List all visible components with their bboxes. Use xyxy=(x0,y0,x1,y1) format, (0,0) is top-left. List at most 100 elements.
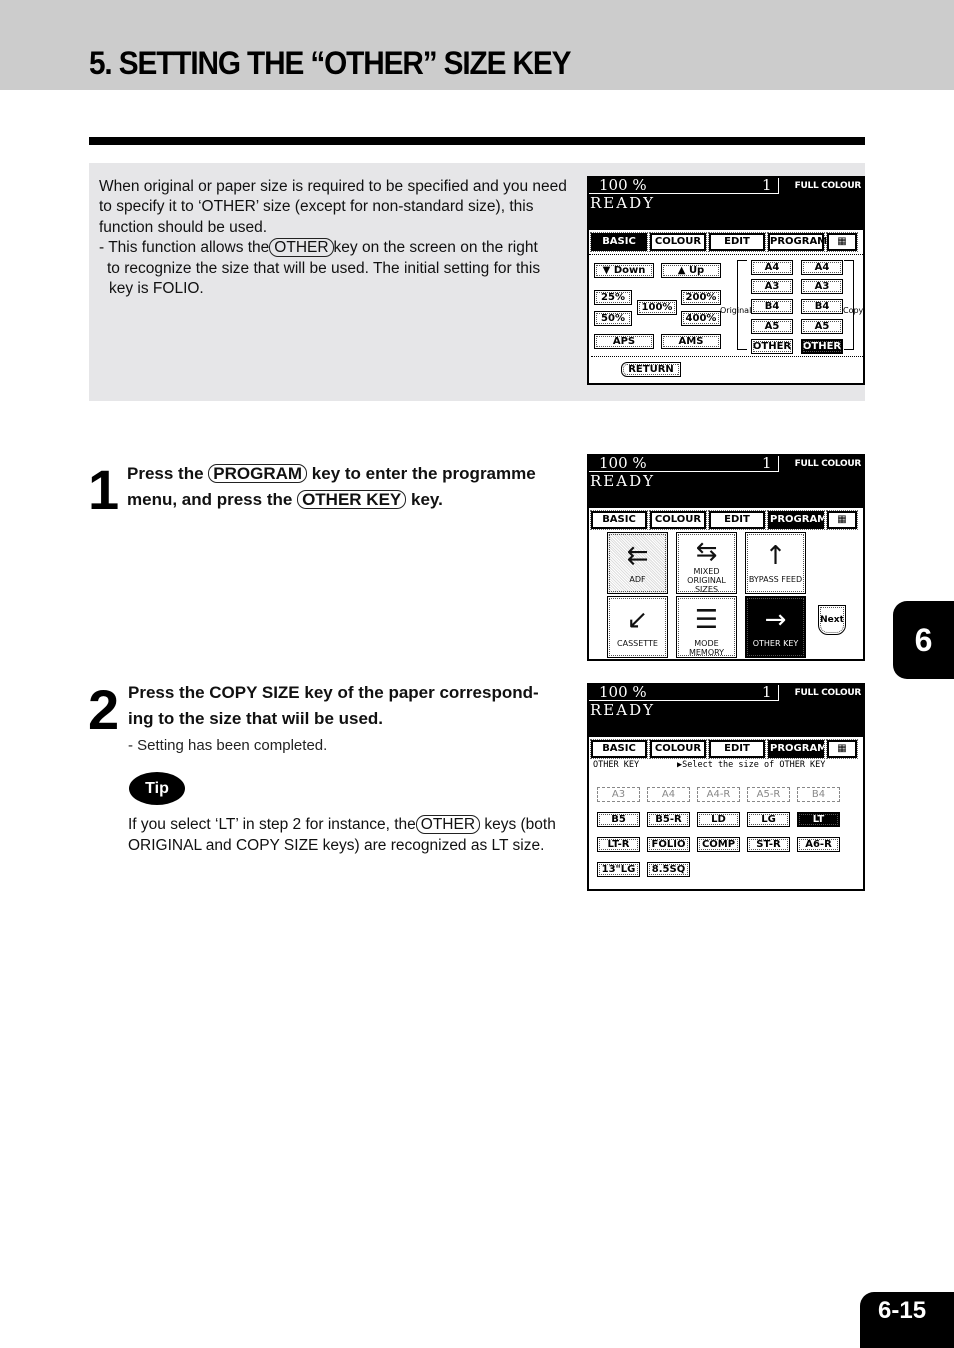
tab-program[interactable]: PROGRAM xyxy=(767,232,827,252)
calendar-icon[interactable]: ▦ xyxy=(826,232,858,252)
tip-text-a: If you select ‘LT’ in step 2 for instanc… xyxy=(128,816,416,833)
intro-bullet-prefix: - This function allows the xyxy=(99,239,270,257)
size-lt[interactable]: LT xyxy=(797,812,840,827)
calendar-icon[interactable]: ▦ xyxy=(826,510,858,530)
intro-paragraph: When original or paper size is required … xyxy=(99,178,567,236)
tile-mixed-original-sizes[interactable]: ⇆ MIXED ORIGINAL SIZES xyxy=(676,532,737,594)
copy-size-a3[interactable]: A3 xyxy=(801,279,843,294)
colour-mode: FULL COLOUR xyxy=(794,181,862,191)
return-button[interactable]: RETURN xyxy=(621,362,681,377)
tab-basic[interactable]: BASIC xyxy=(590,739,648,759)
size-folio[interactable]: FOLIO xyxy=(647,837,690,852)
step-2-sub: - Setting has been completed. xyxy=(128,737,328,754)
tab-edit[interactable]: EDIT xyxy=(708,510,766,530)
original-size-a3[interactable]: A3 xyxy=(751,279,793,294)
step-1-text-c: menu, and press the xyxy=(127,490,293,509)
size-lt-r[interactable]: LT-R xyxy=(597,837,640,852)
lcd-status-area: 100 % 1 FULL COLOUR READY xyxy=(589,685,863,737)
other-key-title: OTHER KEY xyxy=(593,760,640,770)
size-8-5sq[interactable]: 8.5SQ xyxy=(647,862,690,877)
next-button[interactable]: Next xyxy=(818,605,846,635)
size-a4: A4 xyxy=(647,787,690,802)
step-2-text: Press the COPY SIZE key of the paper cor… xyxy=(128,680,583,732)
original-size-a4[interactable]: A4 xyxy=(751,260,793,275)
adf-icon: ⇇ xyxy=(626,541,649,571)
step-1-text-d: key. xyxy=(410,490,443,509)
tile-cassette[interactable]: ↙ CASSETTE xyxy=(607,596,668,658)
tile-label: CASSETTE xyxy=(617,639,658,648)
calendar-icon[interactable]: ▦ xyxy=(826,739,858,759)
zoom-200-button[interactable]: 200% xyxy=(681,290,721,305)
original-label: Original xyxy=(720,306,752,315)
size-b5[interactable]: B5 xyxy=(597,812,640,827)
page-number: 6-15 xyxy=(860,1292,954,1348)
colour-mode: FULL COLOUR xyxy=(794,459,862,469)
zoom-down-button[interactable]: ▼ Down xyxy=(594,263,654,278)
step-number-1: 1 xyxy=(88,458,120,521)
copy-size-b4[interactable]: B4 xyxy=(801,299,843,314)
lcd-screen-basic: 100 % 1 FULL COLOUR READY BASIC COLOUR E… xyxy=(587,176,865,385)
zoom-readout: 100 % xyxy=(599,176,647,194)
other-key-prompt: ▶Select the size of OTHER KEY xyxy=(677,760,826,770)
other-key-icon: → xyxy=(764,605,787,635)
original-size-other[interactable]: OTHER xyxy=(751,339,793,354)
size-comp[interactable]: COMP xyxy=(697,837,740,852)
other-key-keycap: OTHER KEY xyxy=(297,490,407,509)
aps-button[interactable]: APS xyxy=(594,334,654,349)
size-lg[interactable]: LG xyxy=(747,812,790,827)
tab-colour[interactable]: COLOUR xyxy=(649,510,707,530)
zoom-readout: 100 % xyxy=(599,683,647,701)
tab-edit[interactable]: EDIT xyxy=(708,232,766,252)
size-a6-r[interactable]: A6-R xyxy=(797,837,840,852)
zoom-up-button[interactable]: ▲ Up xyxy=(661,263,721,278)
intro-bullet-suffix: key on the screen on the right xyxy=(333,239,538,257)
tile-label: BYPASS FEED xyxy=(748,575,803,584)
original-bracket xyxy=(737,260,747,350)
tab-program[interactable]: PROGRAM xyxy=(767,510,827,530)
tab-basic[interactable]: BASIC xyxy=(590,510,648,530)
mixed-sizes-icon: ⇆ xyxy=(695,537,718,567)
tab-basic[interactable]: BASIC xyxy=(590,232,648,252)
tab-program[interactable]: PROGRAM xyxy=(767,739,827,759)
status-text: READY xyxy=(590,701,656,719)
zoom-400-button[interactable]: 400% xyxy=(681,311,721,326)
original-size-a5[interactable]: A5 xyxy=(751,319,793,334)
intro-bullet-line2: to recognize the size that will be used.… xyxy=(107,259,541,277)
copy-size-a5[interactable]: A5 xyxy=(801,319,843,334)
cassette-icon: ↙ xyxy=(626,605,649,635)
zoom-25-button[interactable]: 25% xyxy=(594,290,632,305)
other-keycap: OTHER xyxy=(415,815,481,834)
tile-bypass-feed[interactable]: ↑ BYPASS FEED xyxy=(745,532,806,594)
intro-bullet: - This function allows the OTHER key on th… xyxy=(99,238,569,258)
original-size-b4[interactable]: B4 xyxy=(751,299,793,314)
lcd-status-area: 100 % 1 FULL COLOUR READY xyxy=(589,456,863,508)
ams-button[interactable]: AMS xyxy=(661,334,721,349)
title-rule xyxy=(89,137,865,145)
tile-label: MIXED ORIGINAL SIZES xyxy=(687,567,726,594)
tab-colour[interactable]: COLOUR xyxy=(649,739,707,759)
size-a3: A3 xyxy=(597,787,640,802)
tab-edit[interactable]: EDIT xyxy=(708,739,766,759)
size-st-r[interactable]: ST-R xyxy=(747,837,790,852)
other-keycap: OTHER xyxy=(269,238,334,258)
lcd-screen-program: 100 % 1 FULL COLOUR READY BASIC COLOUR E… xyxy=(587,454,865,661)
copy-size-a4[interactable]: A4 xyxy=(801,260,843,275)
size-b5-r[interactable]: B5-R xyxy=(647,812,690,827)
quantity-readout: 1 xyxy=(762,176,772,194)
copy-size-other[interactable]: OTHER xyxy=(801,339,843,354)
tile-label: OTHER KEY xyxy=(752,639,799,648)
step-1-text: Press the PROGRAM key to enter the progr… xyxy=(127,461,582,513)
zoom-100-button[interactable]: 100% xyxy=(637,300,677,315)
zoom-50-button[interactable]: 50% xyxy=(594,311,632,326)
program-keycap: PROGRAM xyxy=(208,464,308,483)
size-ld[interactable]: LD xyxy=(697,812,740,827)
page-title: 5. SETTING THE “OTHER” SIZE KEY xyxy=(89,45,571,81)
tab-colour[interactable]: COLOUR xyxy=(649,232,707,252)
tile-adf[interactable]: ⇇ ADF xyxy=(607,532,668,594)
tile-other-key[interactable]: → OTHER KEY xyxy=(745,596,806,658)
zoom-readout: 100 % xyxy=(599,454,647,472)
tile-mode-memory[interactable]: ☰ MODE MEMORY xyxy=(676,596,737,658)
step-1-text-b: key to enter the programme xyxy=(311,464,536,483)
intro-bullet-line3: key is FOLIO. xyxy=(109,280,204,298)
size-13lg[interactable]: 13"LG xyxy=(597,862,640,877)
